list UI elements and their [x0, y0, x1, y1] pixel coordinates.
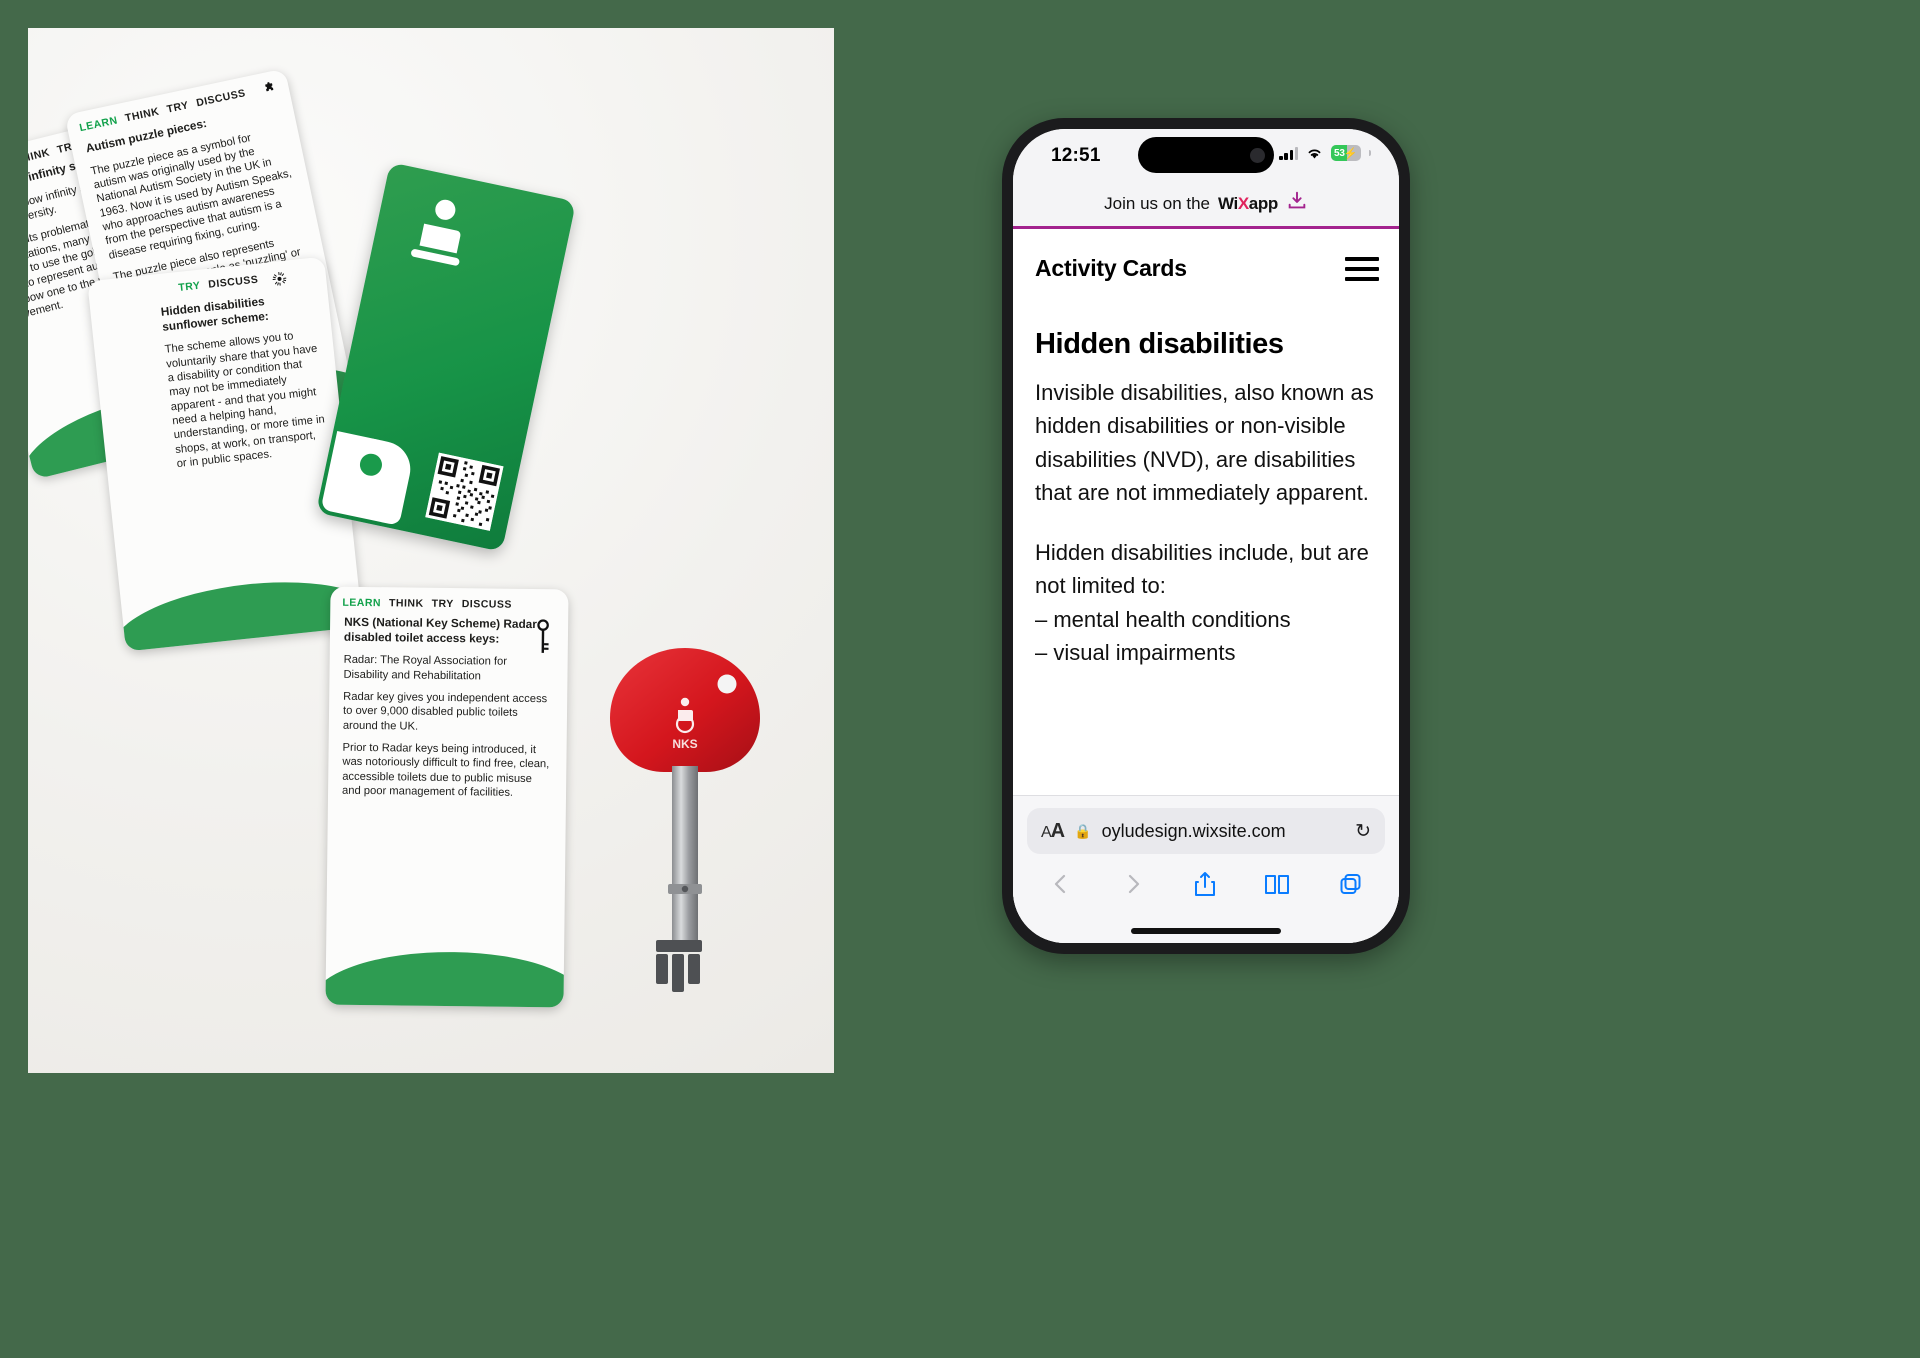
card-paragraph: The scheme allows you to voluntarily sha… — [164, 330, 326, 471]
share-icon[interactable] — [1193, 870, 1217, 898]
address-bar[interactable]: AA 🔒 oyludesign.wixsite.com ↻ — [1027, 808, 1385, 854]
sunflower-icon — [272, 271, 287, 286]
home-indicator — [1131, 928, 1281, 934]
card-tab-discuss: DISCUSS — [461, 598, 513, 611]
activity-card-nks: LEARN THINK TRY DISCUSS NKS (National Ke… — [325, 586, 569, 1008]
status-bar-indicators: 53 ⚡ — [1279, 145, 1371, 161]
card-paragraph: Radar key gives you independent access t… — [342, 690, 548, 733]
card-paragraph: Prior to Radar keys being introduced, it… — [341, 741, 550, 799]
wifi-icon — [1308, 149, 1321, 159]
wix-logo-x: X — [1237, 193, 1249, 213]
article-paragraph-1: Invisible disabilities, also known as hi… — [1035, 380, 1374, 506]
battery-cap — [1369, 150, 1371, 156]
status-bar-time: 12:51 — [1051, 145, 1101, 166]
card-tab-try: TRY — [177, 279, 202, 294]
person-in-wheelchair-icon — [411, 199, 461, 266]
wix-banner-text: Join us on the — [1104, 193, 1211, 213]
charging-bolt-icon: ⚡ — [1343, 147, 1358, 160]
wix-logo-wi: Wi — [1218, 193, 1238, 213]
card-tab-try: TRY — [431, 597, 454, 611]
puzzle-piece-icon — [265, 82, 274, 92]
status-bar: 12:51 53 ⚡ — [1013, 129, 1399, 181]
hamburger-menu-icon[interactable] — [1345, 256, 1379, 281]
qr-code — [425, 452, 504, 531]
battery-percent: 53 — [1334, 147, 1345, 159]
article-title: Hidden disabilities — [1035, 328, 1284, 360]
card-body: Hidden disabilities sunflower scheme: Th… — [90, 283, 346, 496]
card-paragraph: Radar: The Royal Association for Disabil… — [343, 654, 508, 683]
article-list-item: – visual impairments — [1035, 640, 1236, 666]
card-tab-learn: LEARN — [342, 596, 382, 610]
photo-activity-cards: LEARN THINK TRY DISCUSS Rainbow infinity… — [28, 28, 834, 1073]
card-tab-think: THINK — [388, 597, 424, 610]
lock-icon: 🔒 — [1074, 822, 1092, 839]
key-brand-label: NKS — [672, 737, 697, 751]
key-hole — [717, 674, 737, 694]
download-icon[interactable] — [1286, 190, 1308, 217]
card-body: NKS (National Key Scheme) Radar disabled… — [328, 611, 568, 819]
key-shaft — [672, 766, 698, 946]
url-text: oyludesign.wixsite.com — [1101, 820, 1286, 841]
back-chevron-icon[interactable] — [1049, 871, 1073, 897]
page-title: Activity Cards — [1035, 255, 1187, 281]
article-list-item: – mental health conditions — [1035, 606, 1291, 632]
browser-toolbar — [1027, 854, 1385, 898]
iphone-mockup: 12:51 53 ⚡ Join us on the WiXapp Activit… — [1002, 118, 1410, 954]
phone-screen: 12:51 53 ⚡ Join us on the WiXapp Activit… — [1013, 129, 1399, 943]
card-title: NKS (National Key Scheme) Radar disabled… — [343, 614, 537, 646]
wix-logo: WiXapp — [1218, 194, 1278, 214]
card-green-wave — [325, 950, 569, 1008]
site-header: Activity Cards — [1035, 255, 1379, 282]
card-tabs: LEARN THINK TRY DISCUSS — [330, 587, 568, 614]
wix-app-banner[interactable]: Join us on the WiXapp — [1013, 181, 1399, 229]
browser-bottom-bar: AA 🔒 oyludesign.wixsite.com ↻ — [1013, 795, 1399, 943]
wix-logo-app: app — [1248, 193, 1278, 213]
front-camera-icon — [1250, 147, 1265, 163]
key-icon — [537, 619, 549, 653]
battery-icon: 53 ⚡ — [1331, 145, 1361, 161]
forward-chevron-icon[interactable] — [1121, 871, 1145, 897]
bookmarks-icon[interactable] — [1264, 872, 1290, 896]
activity-card: TRY DISCUSS Hidden disabilities sunflowe… — [87, 256, 363, 652]
cellular-signal-icon — [1279, 146, 1298, 160]
radar-nks-key: NKS — [610, 648, 760, 992]
text-size-button[interactable]: AA — [1041, 820, 1065, 843]
reload-icon[interactable]: ↻ — [1355, 820, 1371, 843]
dynamic-island — [1138, 137, 1274, 173]
website-content: Activity Cards Hidden disabilities Invis… — [1013, 229, 1399, 943]
article-paragraph-2: Hidden disabilities include, but are not… — [1035, 539, 1369, 599]
tabs-icon[interactable] — [1338, 872, 1363, 896]
key-teeth — [656, 940, 702, 992]
